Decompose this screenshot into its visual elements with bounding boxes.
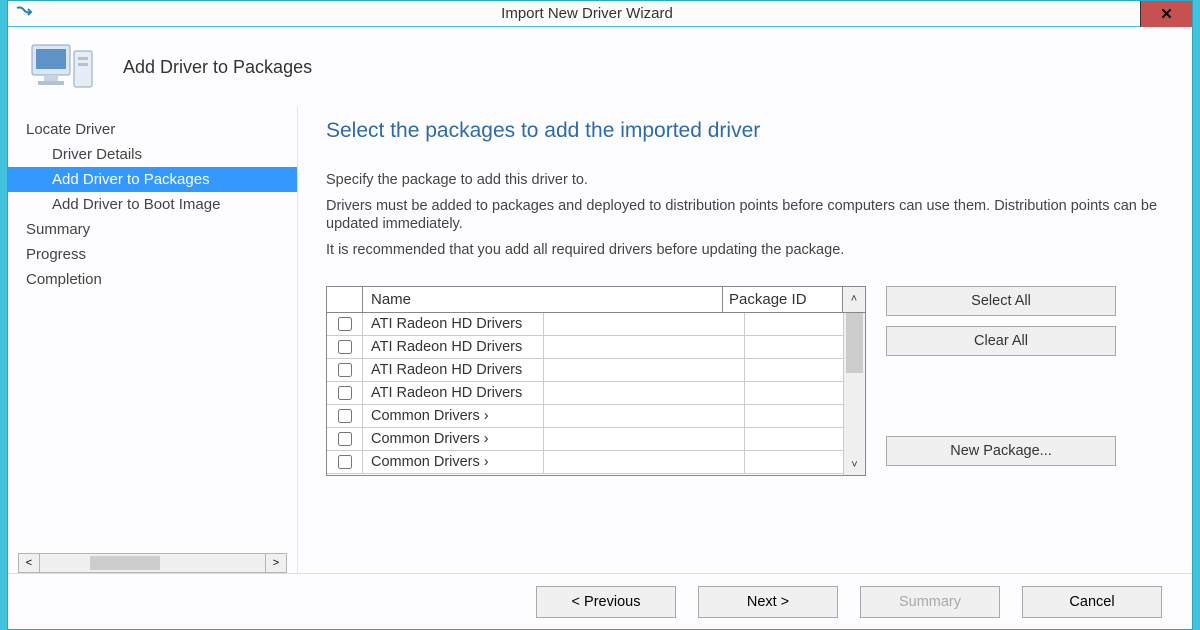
- table-row[interactable]: ATI Radeon HD Drivers: [327, 336, 865, 359]
- grid-header: Name Package ID ˄: [327, 287, 865, 313]
- package-grid: Name Package ID ˄ ATI Radeon HD DriversA…: [326, 286, 866, 476]
- scroll-up-button[interactable]: ˄: [843, 287, 865, 312]
- wizard-step[interactable]: Locate Driver: [8, 117, 297, 142]
- wizard-step[interactable]: Completion: [8, 267, 297, 292]
- wizard-step[interactable]: Summary: [8, 217, 297, 242]
- row-checkbox[interactable]: [338, 432, 352, 446]
- row-checkbox[interactable]: [338, 455, 352, 469]
- row-checkbox-cell: [327, 336, 363, 358]
- row-checkbox[interactable]: [338, 386, 352, 400]
- wizard-body: Locate DriverDriver DetailsAdd Driver to…: [8, 107, 1192, 573]
- close-icon: ✕: [1160, 5, 1173, 23]
- row-name: ATI Radeon HD Drivers: [363, 313, 745, 335]
- row-checkbox-cell: [327, 451, 363, 473]
- row-name: ATI Radeon HD Drivers: [363, 336, 745, 358]
- table-row[interactable]: Common Drivers ›: [327, 405, 865, 428]
- row-checkbox-cell: [327, 313, 363, 335]
- table-row[interactable]: ATI Radeon HD Drivers: [327, 359, 865, 382]
- content-desc-2: Drivers must be added to packages and de…: [326, 197, 1164, 233]
- row-name: ATI Radeon HD Drivers: [363, 359, 745, 381]
- scroll-right-button[interactable]: >: [265, 553, 287, 573]
- cancel-button[interactable]: Cancel: [1022, 586, 1162, 618]
- row-name: ATI Radeon HD Drivers: [363, 382, 745, 404]
- spacer: [886, 366, 1116, 436]
- scroll-down-button[interactable]: ˅: [844, 455, 865, 475]
- wizard-window: Import New Driver Wizard ✕ Add Driver to…: [7, 0, 1193, 630]
- previous-button[interactable]: < Previous: [536, 586, 676, 618]
- page-title: Add Driver to Packages: [123, 57, 312, 78]
- row-checkbox[interactable]: [338, 317, 352, 331]
- row-checkbox-cell: [327, 405, 363, 427]
- table-row[interactable]: Common Drivers ›: [327, 451, 865, 474]
- steps-sidebar: Locate DriverDriver DetailsAdd Driver to…: [8, 107, 298, 573]
- next-button[interactable]: Next >: [698, 586, 838, 618]
- col-header-check[interactable]: [327, 287, 363, 312]
- row-checkbox-cell: [327, 359, 363, 381]
- wizard-step[interactable]: Progress: [8, 242, 297, 267]
- row-name: Common Drivers ›: [363, 451, 745, 473]
- wizard-step[interactable]: Add Driver to Packages: [8, 167, 297, 192]
- new-package-button[interactable]: New Package...: [886, 436, 1116, 466]
- row-name: Common Drivers ›: [363, 428, 745, 450]
- package-table-area: Name Package ID ˄ ATI Radeon HD DriversA…: [326, 286, 1164, 476]
- grid-vscrollbar[interactable]: ˅: [843, 313, 865, 475]
- table-row[interactable]: Common Drivers ›: [327, 428, 865, 451]
- content-pane: Select the packages to add the imported …: [298, 107, 1192, 573]
- computer-icon: [28, 37, 98, 97]
- clear-all-button[interactable]: Clear All: [886, 326, 1116, 356]
- scroll-thumb[interactable]: [90, 556, 160, 570]
- vscroll-thumb[interactable]: [846, 313, 863, 373]
- table-row[interactable]: ATI Radeon HD Drivers: [327, 313, 865, 336]
- scroll-left-button[interactable]: <: [18, 553, 40, 573]
- close-button[interactable]: ✕: [1140, 1, 1192, 27]
- window-title: Import New Driver Wizard: [34, 5, 1140, 22]
- titlebar: Import New Driver Wizard ✕: [8, 1, 1192, 27]
- row-checkbox-cell: [327, 382, 363, 404]
- wizard-step[interactable]: Add Driver to Boot Image: [8, 192, 297, 217]
- content-desc-3: It is recommended that you add all requi…: [326, 241, 1164, 259]
- col-header-packageid[interactable]: Package ID: [723, 287, 843, 312]
- table-row[interactable]: ATI Radeon HD Drivers: [327, 382, 865, 405]
- wizard-footer: < Previous Next > Summary Cancel: [8, 573, 1192, 629]
- app-icon: [14, 4, 34, 24]
- wizard-step[interactable]: Driver Details: [8, 142, 297, 167]
- content-desc-1: Specify the package to add this driver t…: [326, 171, 1164, 189]
- row-checkbox[interactable]: [338, 409, 352, 423]
- content-title: Select the packages to add the imported …: [326, 119, 1164, 143]
- row-checkbox-cell: [327, 428, 363, 450]
- wizard-header: Add Driver to Packages: [8, 27, 1192, 107]
- scroll-track[interactable]: [40, 553, 265, 573]
- row-checkbox[interactable]: [338, 340, 352, 354]
- grid-body: ATI Radeon HD DriversATI Radeon HD Drive…: [327, 313, 865, 475]
- row-checkbox[interactable]: [338, 363, 352, 377]
- side-button-column: Select All Clear All New Package...: [886, 286, 1116, 476]
- col-header-name[interactable]: Name: [363, 287, 723, 312]
- summary-button: Summary: [860, 586, 1000, 618]
- row-name: Common Drivers ›: [363, 405, 745, 427]
- select-all-button[interactable]: Select All: [886, 286, 1116, 316]
- sidebar-scrollbar[interactable]: < >: [18, 553, 287, 573]
- vscroll-track[interactable]: [844, 313, 865, 455]
